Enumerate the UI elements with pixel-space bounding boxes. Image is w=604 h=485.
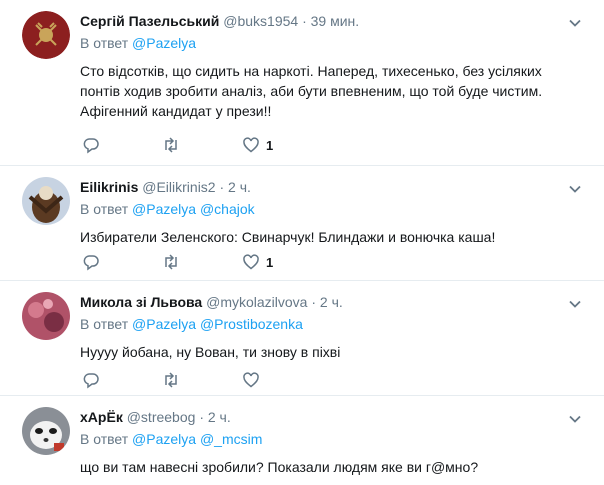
retweet-icon: [165, 137, 177, 153]
reply-button[interactable]: [82, 136, 162, 154]
tweet-text: Сто відсотків, що сидить на наркоті. Нап…: [80, 63, 543, 119]
retweet-icon: [165, 254, 177, 270]
user-handle[interactable]: @Eilikrinis2: [142, 179, 215, 195]
like-count: 1: [266, 137, 274, 153]
separator: ·: [302, 13, 307, 29]
mention-link[interactable]: @Pazelya: [132, 316, 196, 332]
tweet-content: Микола зі Львова @mykolazilvova · 2 ч. В…: [80, 292, 584, 362]
tweet-content: Eilikrinis @Eilikrinis2 · 2 ч. В ответ @…: [80, 177, 584, 247]
avatar[interactable]: [22, 407, 70, 455]
tweet-text: Избиратели Зеленского: Свинарчук! Блинда…: [80, 229, 496, 245]
retweet-button[interactable]: [162, 136, 242, 154]
tweet-header: Eilikrinis @Eilikrinis2 · 2 ч.: [80, 177, 584, 197]
separator: ·: [311, 294, 317, 310]
mention-link[interactable]: @Pazelya: [132, 431, 196, 447]
mention-link[interactable]: @chajok: [200, 201, 255, 217]
mention-link[interactable]: @Pazelya: [132, 201, 196, 217]
reply-prefix: В ответ: [80, 431, 129, 447]
tweet-header: Микола зі Львова @mykolazilvova · 2 ч.: [80, 292, 584, 312]
timestamp[interactable]: 2 ч.: [208, 409, 231, 425]
like-button[interactable]: 1: [242, 253, 322, 271]
like-icon: [243, 254, 259, 270]
timestamp[interactable]: 2 ч.: [228, 179, 251, 195]
reply-button[interactable]: [82, 371, 162, 389]
avatar[interactable]: [22, 292, 70, 340]
tweet-item: Eilikrinis @Eilikrinis2 · 2 ч. В ответ @…: [0, 166, 604, 281]
like-icon: [243, 372, 259, 388]
tweet-text: Нуууу йобана, ну Вован, ти знову в піхві: [80, 344, 341, 360]
chevron-down-icon[interactable]: [568, 412, 582, 426]
reply-icon: [83, 255, 99, 271]
retweet-button[interactable]: [162, 371, 242, 389]
tweet-item: хАрЁк @streebog · 2 ч. В ответ @Pazelya …: [0, 396, 604, 485]
user-handle[interactable]: @mykolazilvova: [206, 294, 307, 310]
like-count: 1: [266, 254, 274, 270]
user-handle[interactable]: @buks1954: [223, 13, 298, 29]
reply-to-line: В ответ @Pazelya: [80, 33, 584, 53]
tweet-content: Сергій Пазельський @buks1954 · 39 мин. В…: [80, 11, 584, 121]
reply-prefix: В ответ: [80, 35, 129, 51]
separator: ·: [219, 179, 225, 195]
display-name[interactable]: хАрЁк: [80, 409, 123, 425]
retweet-button[interactable]: [162, 253, 242, 271]
mention-link[interactable]: @Pazelya: [132, 35, 196, 51]
tweet-item: Сергій Пазельський @buks1954 · 39 мин. В…: [0, 0, 604, 166]
display-name[interactable]: Микола зі Львова: [80, 294, 202, 310]
reply-to-line: В ответ @Pazelya @chajok: [80, 199, 584, 219]
reply-icon: [83, 138, 99, 154]
chevron-down-icon[interactable]: [568, 297, 582, 311]
tweet-text: що ви там навесні зробили? Показали людя…: [80, 459, 479, 475]
tweet-header: Сергій Пазельський @buks1954 · 39 мин.: [80, 11, 584, 31]
avatar[interactable]: [22, 177, 70, 225]
reply-icon: [83, 373, 99, 389]
like-button[interactable]: [242, 371, 322, 389]
tweet-actions: [82, 370, 322, 390]
reply-to-line: В ответ @Pazelya @Prostibozenka: [80, 314, 584, 334]
like-icon: [243, 137, 259, 153]
tweet-header: хАрЁк @streebog · 2 ч.: [80, 407, 584, 427]
tweet-actions: 1: [82, 135, 322, 155]
tweet-item: Микола зі Львова @mykolazilvova · 2 ч. В…: [0, 281, 604, 396]
reply-prefix: В ответ: [80, 201, 129, 217]
user-handle[interactable]: @streebog: [127, 409, 196, 425]
reply-to-line: В ответ @Pazelya @_mcsim: [80, 429, 584, 449]
mention-link[interactable]: @Prostibozenka: [200, 316, 303, 332]
separator: ·: [199, 409, 204, 425]
chevron-down-icon[interactable]: [568, 16, 582, 30]
reply-button[interactable]: [82, 253, 162, 271]
retweet-icon: [165, 372, 177, 388]
like-button[interactable]: 1: [242, 136, 322, 154]
reply-prefix: В ответ: [80, 316, 129, 332]
avatar[interactable]: [22, 11, 70, 59]
tweet-content: хАрЁк @streebog · 2 ч. В ответ @Pazelya …: [80, 407, 584, 477]
display-name[interactable]: Eilikrinis: [80, 179, 138, 195]
timestamp[interactable]: 39 мин.: [311, 13, 360, 29]
tweet-actions: 1: [82, 252, 322, 272]
mention-link[interactable]: @_mcsim: [200, 431, 262, 447]
display-name[interactable]: Сергій Пазельський: [80, 13, 219, 29]
timestamp[interactable]: 2 ч.: [320, 294, 343, 310]
chevron-down-icon[interactable]: [568, 182, 582, 196]
